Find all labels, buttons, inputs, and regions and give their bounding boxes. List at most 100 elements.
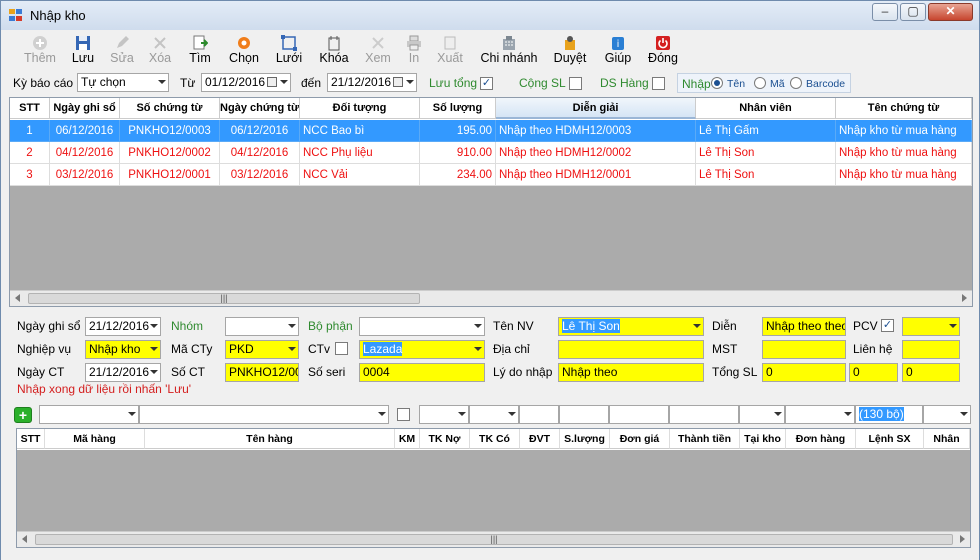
col-voucher-name[interactable]: Tên chứng từ xyxy=(836,98,972,119)
total-qty-field[interactable]: 0 xyxy=(762,363,846,382)
group-select[interactable] xyxy=(225,317,299,336)
save-button[interactable]: Lưu xyxy=(65,31,101,71)
scroll-left-icon[interactable] xyxy=(22,535,27,543)
serial-field[interactable]: 0004 xyxy=(359,363,485,382)
department-select[interactable] xyxy=(359,317,485,336)
col-quantity[interactable]: Số lượng xyxy=(420,98,496,119)
print-button[interactable]: In xyxy=(401,31,427,71)
col-stt[interactable]: STT xyxy=(10,98,50,119)
delete-button[interactable]: Xóa xyxy=(143,31,177,71)
col-promo[interactable]: KM xyxy=(395,429,420,449)
pcv-select[interactable] xyxy=(902,317,960,336)
table-cell: 03/12/2016 xyxy=(220,164,300,186)
col-debit[interactable]: TK Nợ xyxy=(420,429,470,449)
table-row[interactable]: 3 03/12/2016 PNKHO12/0001 03/12/2016 NCC… xyxy=(10,164,972,186)
scroll-right-icon[interactable] xyxy=(960,535,965,543)
radio-name[interactable] xyxy=(711,77,723,89)
item-name-select[interactable] xyxy=(139,405,389,424)
period-select[interactable]: Tự chọn xyxy=(77,73,169,92)
posting-date-picker[interactable]: 21/12/2016 xyxy=(85,317,161,336)
scroll-thumb[interactable]: ||| xyxy=(35,534,953,545)
qty-field[interactable] xyxy=(559,405,609,424)
radio-code-label: Mã xyxy=(770,78,785,90)
add-button[interactable]: Thêm xyxy=(17,31,63,71)
edit-button[interactable]: Sửa xyxy=(105,31,139,71)
credit-account-select[interactable] xyxy=(469,405,519,424)
detail-grid-hscrollbar[interactable]: ||| xyxy=(17,531,970,547)
col-item-code[interactable]: Mã hàng xyxy=(45,429,145,449)
table-row[interactable]: 2 04/12/2016 PNKHO12/0002 04/12/2016 NCC… xyxy=(10,142,972,164)
production-order-select[interactable]: (130 bộ) xyxy=(855,405,923,424)
warehouse-select[interactable] xyxy=(739,405,785,424)
employee-name-select[interactable]: Lê Thị Son xyxy=(558,317,704,336)
ctv-select[interactable]: Lazada xyxy=(359,340,485,359)
col-description[interactable]: Diễn giải xyxy=(496,98,696,119)
col-price[interactable]: Đơn giá xyxy=(610,429,670,449)
address-field[interactable] xyxy=(558,340,704,359)
promo-checkbox[interactable] xyxy=(397,408,410,421)
find-button[interactable]: Tìm xyxy=(183,31,217,71)
grid-button[interactable]: Lưới xyxy=(271,31,307,71)
help-button[interactable]: i Giúp xyxy=(601,31,635,71)
export-button[interactable]: Xuất xyxy=(433,31,467,71)
col-employee[interactable]: Nhân xyxy=(924,429,970,449)
col-warehouse[interactable]: Tại kho xyxy=(740,429,786,449)
to-date-picker[interactable]: 21/12/2016 xyxy=(327,73,417,92)
table-row[interactable]: 1 06/12/2016 PNKHO12/0003 06/12/2016 NCC… xyxy=(10,120,972,142)
col-production-order[interactable]: Lệnh SX xyxy=(856,429,924,449)
item-code-select[interactable] xyxy=(39,405,139,424)
sum-qty-checkbox[interactable] xyxy=(569,77,582,90)
table-cell: Nhập theo HDMH12/0003 xyxy=(496,120,696,142)
lock-button[interactable]: Khóa xyxy=(315,31,353,71)
operation-select[interactable]: Nhập kho xyxy=(85,340,161,359)
col-amount[interactable]: Thành tiền xyxy=(670,429,740,449)
radio-code[interactable] xyxy=(754,77,766,89)
approve-button[interactable]: Duyệt xyxy=(551,31,589,71)
items-list-checkbox[interactable] xyxy=(652,77,665,90)
company-code-select[interactable]: PKD xyxy=(225,340,299,359)
col-unit[interactable]: ĐVT xyxy=(520,429,560,449)
add-line-button[interactable]: + xyxy=(14,407,32,423)
view-button[interactable]: Xem xyxy=(361,31,395,71)
close-button[interactable]: ✕ xyxy=(928,3,973,21)
employee-detail-select[interactable] xyxy=(923,405,971,424)
save-total-checkbox[interactable]: ✓ xyxy=(480,77,493,90)
description-field[interactable]: Nhập theo theo xyxy=(762,317,846,336)
branch-button[interactable]: Chi nhánh xyxy=(477,31,541,71)
ctv-checkbox[interactable] xyxy=(335,342,348,355)
col-item-name[interactable]: Tên hàng xyxy=(145,429,395,449)
col-partner[interactable]: Đối tượng xyxy=(300,98,420,119)
voucher-date-picker[interactable]: 21/12/2016 xyxy=(85,363,161,382)
from-date-picker[interactable]: 01/12/2016 xyxy=(201,73,291,92)
col-stt[interactable]: STT xyxy=(17,429,45,449)
col-order[interactable]: Đơn hàng xyxy=(786,429,856,449)
col-voucher-date[interactable]: Ngày chứng từ xyxy=(220,98,300,119)
contact-field[interactable] xyxy=(902,340,960,359)
scroll-right-icon[interactable] xyxy=(962,294,967,302)
col-credit[interactable]: TK Có xyxy=(470,429,520,449)
col-voucher-no[interactable]: Số chứng từ xyxy=(120,98,220,119)
amount-field[interactable] xyxy=(669,405,739,424)
tax-code-field[interactable] xyxy=(762,340,846,359)
minimize-button[interactable]: – xyxy=(872,3,898,21)
order-select[interactable] xyxy=(785,405,855,424)
scroll-left-icon[interactable] xyxy=(15,294,20,302)
grid-icon xyxy=(281,35,297,51)
col-employee[interactable]: Nhân viên xyxy=(696,98,836,119)
select-button[interactable]: Chọn xyxy=(224,31,264,71)
total-amount-field[interactable]: 0 xyxy=(849,363,898,382)
reason-field[interactable]: Nhập theo xyxy=(558,363,704,382)
pcv-checkbox[interactable]: ✓ xyxy=(881,319,894,332)
voucher-grid-hscrollbar[interactable]: ||| xyxy=(10,290,972,306)
maximize-button[interactable]: ▢ xyxy=(900,3,926,21)
price-field[interactable] xyxy=(609,405,669,424)
close-form-button[interactable]: Đóng xyxy=(645,31,681,71)
col-posting-date[interactable]: Ngày ghi sổ xyxy=(50,98,120,119)
unit-field[interactable] xyxy=(519,405,559,424)
radio-barcode[interactable] xyxy=(790,77,802,89)
total-extra-field[interactable]: 0 xyxy=(902,363,960,382)
col-qty[interactable]: S.lượng xyxy=(560,429,610,449)
voucher-no-field[interactable]: PNKHO12/00 xyxy=(225,363,299,382)
scroll-thumb[interactable]: ||| xyxy=(28,293,420,304)
debit-account-select[interactable] xyxy=(419,405,469,424)
